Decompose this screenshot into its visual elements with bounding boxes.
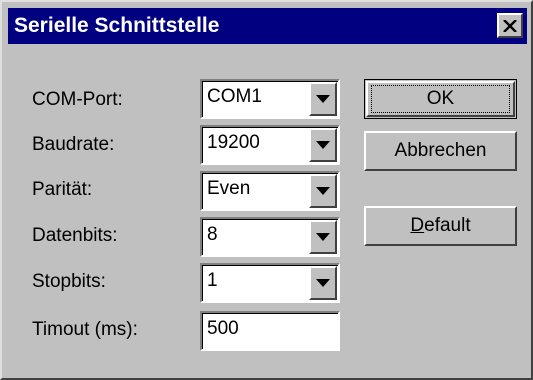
dialog-window: Serielle Schnittstelle COM-Port: Baudrat… bbox=[0, 0, 533, 380]
datenbits-select[interactable]: 8 bbox=[200, 217, 340, 257]
title-bar[interactable]: Serielle Schnittstelle bbox=[8, 8, 527, 44]
timeout-input[interactable]: 500 bbox=[200, 311, 340, 351]
com-port-select[interactable]: COM1 bbox=[200, 79, 340, 119]
com-port-value: COM1 bbox=[207, 86, 262, 107]
cancel-button-label: Abbrechen bbox=[394, 140, 487, 161]
ok-button-label: OK bbox=[426, 88, 455, 109]
default-button[interactable]: Default bbox=[364, 206, 517, 246]
chevron-down-icon bbox=[316, 279, 330, 287]
paritaet-value: Even bbox=[207, 178, 251, 199]
baudrate-dropdown-button[interactable] bbox=[309, 128, 337, 162]
paritaet-dropdown-button[interactable] bbox=[309, 174, 337, 208]
chevron-down-icon bbox=[316, 233, 330, 241]
chevron-down-icon bbox=[316, 95, 330, 103]
datenbits-value: 8 bbox=[207, 224, 218, 245]
default-button-label: Default bbox=[410, 215, 470, 237]
baudrate-label: Baudrate: bbox=[32, 134, 115, 155]
paritaet-label: Parität: bbox=[32, 179, 93, 200]
com-port-label: COM-Port: bbox=[32, 89, 123, 110]
close-icon bbox=[503, 19, 517, 32]
baudrate-value: 19200 bbox=[207, 132, 260, 153]
cancel-button[interactable]: Abbrechen bbox=[364, 131, 517, 171]
window-title: Serielle Schnittstelle bbox=[14, 14, 220, 37]
stopbits-dropdown-button[interactable] bbox=[309, 266, 337, 300]
baudrate-select[interactable]: 19200 bbox=[200, 125, 340, 165]
stopbits-label: Stopbits: bbox=[32, 271, 106, 292]
stopbits-select[interactable]: 1 bbox=[200, 263, 340, 303]
timeout-label: Timout (ms): bbox=[32, 319, 138, 340]
ok-button[interactable]: OK bbox=[364, 79, 517, 119]
default-button-mnemonic: D bbox=[410, 215, 425, 236]
com-port-dropdown-button[interactable] bbox=[309, 82, 337, 116]
chevron-down-icon bbox=[316, 141, 330, 149]
datenbits-label: Datenbits: bbox=[32, 225, 118, 246]
timeout-value: 500 bbox=[207, 318, 239, 339]
chevron-down-icon bbox=[316, 187, 330, 195]
close-button[interactable] bbox=[497, 13, 523, 38]
default-button-label-rest: efault bbox=[424, 215, 471, 236]
datenbits-dropdown-button[interactable] bbox=[309, 220, 337, 254]
stopbits-value: 1 bbox=[207, 270, 218, 291]
paritaet-select[interactable]: Even bbox=[200, 171, 340, 211]
